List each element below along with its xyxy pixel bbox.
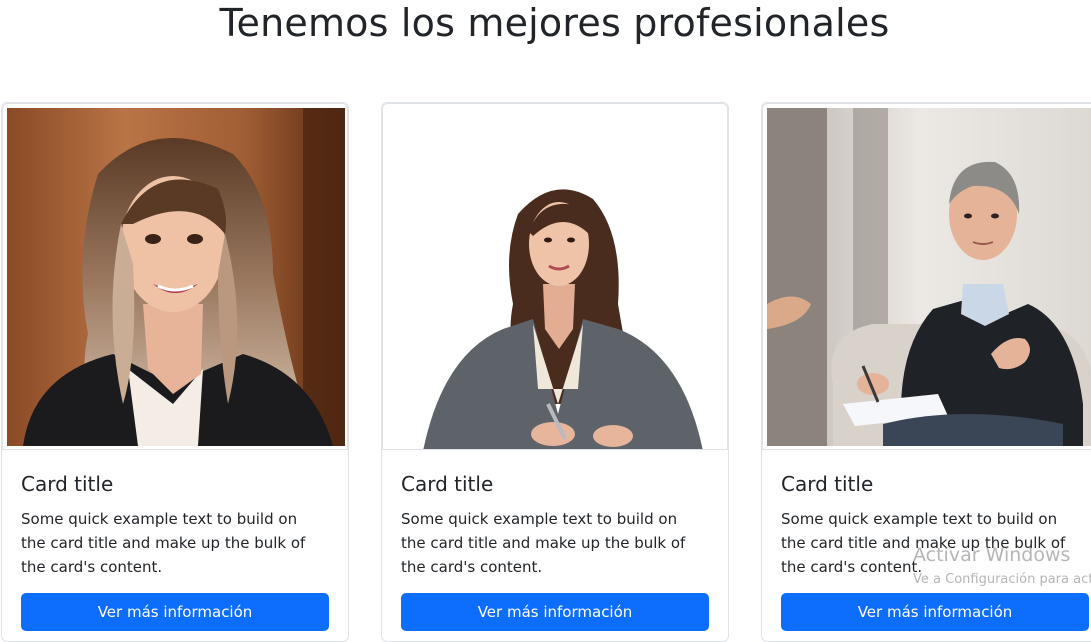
professional-photo-1 bbox=[7, 108, 345, 446]
professional-card-1: Card title Some quick example text to bu… bbox=[1, 102, 349, 642]
card-image bbox=[762, 103, 1091, 450]
card-title: Card title bbox=[781, 472, 874, 496]
more-info-button[interactable]: Ver más información bbox=[21, 593, 329, 631]
card-image bbox=[382, 103, 728, 450]
professional-card-2: Card title Some quick example text to bu… bbox=[381, 102, 729, 642]
card-title: Card title bbox=[401, 472, 494, 496]
professional-photo-3 bbox=[767, 108, 1091, 446]
professional-photo-2 bbox=[383, 104, 727, 449]
card-text: Some quick example text to build on the … bbox=[401, 510, 686, 576]
page-title: Tenemos los mejores profesionales bbox=[219, 1, 890, 45]
professional-card-3: Card title Some quick example text to bu… bbox=[761, 102, 1091, 642]
card-text: Some quick example text to build on the … bbox=[781, 510, 1066, 576]
more-info-button[interactable]: Ver más información bbox=[781, 593, 1089, 631]
more-info-button[interactable]: Ver más información bbox=[401, 593, 709, 631]
card-image bbox=[2, 103, 348, 450]
card-text: Some quick example text to build on the … bbox=[21, 510, 306, 576]
card-title: Card title bbox=[21, 472, 114, 496]
